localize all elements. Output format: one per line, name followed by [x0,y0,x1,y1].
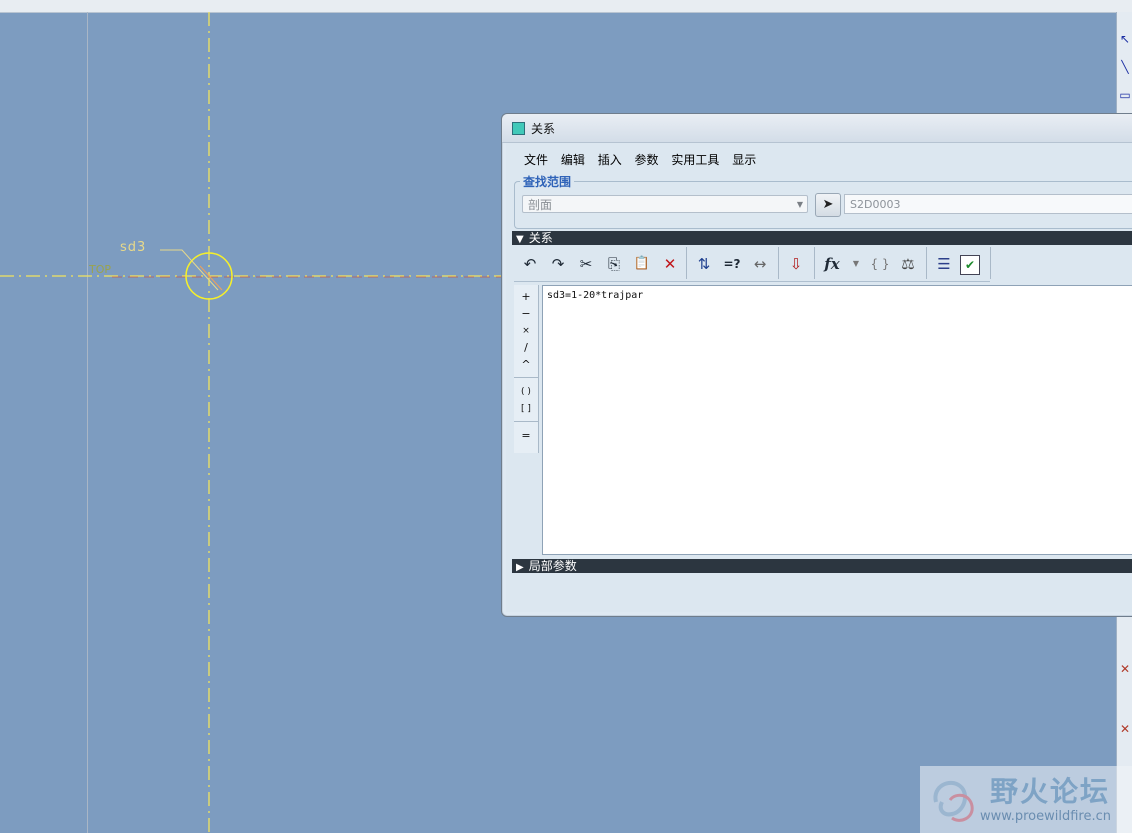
watermark-url: www.proewildfire.cn [980,809,1111,824]
op-plus-button[interactable]: + [514,289,538,305]
collapsed-triangle-icon: ▶ [516,562,524,573]
cursor-arrow-icon: ➤ [822,197,834,212]
dialog-titlebar[interactable]: 关系 [502,114,1132,143]
menu-bar: 文件 编辑 插入 参数 实用工具 显示 [524,151,765,169]
paste-icon[interactable]: 📋 [630,253,654,275]
menu-display[interactable]: 显示 [732,151,756,168]
op-divide-button[interactable]: / [514,340,538,356]
relations-section-label: 关系 [528,231,553,245]
relations-section-header[interactable]: ▼ 关系 [512,231,1132,245]
menu-parameters[interactable]: 参数 [635,151,659,168]
dimension-tool-group: ⇅ =? ↔ [686,247,779,279]
app-window-icon [512,122,525,135]
op-separator [514,421,538,422]
copy-icon[interactable]: ⎘ [602,253,626,275]
chevron-down-icon: ▼ [796,200,803,209]
relations-toolbar: ↶ ↷ ✂ ⎘ 📋 ✕ ⇅ =? ↔ ⇩ fx ▼ { } ⚖ ☰ ✔ [514,245,991,282]
sort-relations-icon[interactable]: ⇩ [784,253,808,275]
dialog-client: 文件 编辑 插入 参数 实用工具 显示 查找范围 剖面 ▼ ➤ S2D0003 … [506,143,1132,612]
select-arrow-icon[interactable]: ↖ [1119,32,1131,46]
menu-file[interactable]: 文件 [524,151,548,168]
relations-editor[interactable]: sd3=1-20*trajpar [542,285,1132,555]
watermark-title: 野火论坛 [990,775,1111,808]
relations-dialog: 关系 文件 编辑 插入 参数 实用工具 显示 查找范围 剖面 ▼ ➤ S2D00… [501,113,1132,617]
menu-utilities[interactable]: 实用工具 [671,151,719,168]
lookup-scope-legend: 查找范围 [520,173,575,190]
section-name-field[interactable]: S2D0003 [844,194,1132,214]
show-dimension-icon[interactable]: ↔ [748,253,772,275]
list-icon[interactable]: ☰ [932,253,956,275]
dialog-title: 关系 [531,122,556,136]
op-brackets-button[interactable]: [ ] [514,401,538,417]
line-icon[interactable]: ╲ [1119,60,1131,74]
operator-column: + − × / ^ ( ) [ ] = [514,285,539,453]
units-icon[interactable]: ⚖ [896,253,920,275]
local-parameters-section-header[interactable]: ▶ 局部参数 [512,559,1132,573]
coordinate-system-icon[interactable]: ✕ [1119,722,1131,736]
chevron-down-icon[interactable]: ▼ [844,253,868,275]
dimension-label[interactable]: sd3 [120,240,146,255]
menu-edit[interactable]: 编辑 [561,151,585,168]
function-icon[interactable]: fx [820,253,844,275]
switch-dimensions-icon[interactable]: ⇅ [692,253,716,275]
undo-icon[interactable]: ↶ [518,253,542,275]
local-parameters-label: 局部参数 [528,559,577,573]
op-parentheses-button[interactable]: ( ) [514,384,538,400]
scope-type-value: 剖面 [528,198,553,212]
op-multiply-button[interactable]: × [514,323,538,339]
delete-icon[interactable]: ✕ [658,253,682,275]
point-icon[interactable]: ✕ [1119,662,1131,676]
op-minus-button[interactable]: − [514,306,538,322]
verify-icon[interactable]: ✔ [960,255,980,275]
rectangle-icon[interactable]: ▭ [1119,88,1131,102]
insert-parameter-icon[interactable]: { } [868,253,892,275]
sort-tool-group: ⇩ [778,247,815,279]
wildfire-logo-icon [933,780,974,822]
scope-type-select[interactable]: 剖面 ▼ [522,195,808,213]
op-equals-button[interactable]: = [514,428,538,444]
verify-tool-group: ☰ ✔ [926,247,991,279]
forum-watermark: 野火论坛 www.proewildfire.cn [920,766,1132,833]
pick-section-button[interactable]: ➤ [815,193,841,217]
op-separator [514,377,538,378]
insert-tool-group: fx ▼ { } ⚖ [814,247,927,279]
dimension-arrow [199,265,223,291]
relation-line: sd3=1-20*trajpar [547,290,644,301]
edit-tool-group: ↶ ↷ ✂ ⎘ 📋 ✕ [514,247,687,279]
menu-insert[interactable]: 插入 [598,151,622,168]
plane-label: TOP [89,263,112,276]
cut-icon[interactable]: ✂ [574,253,598,275]
evaluate-icon[interactable]: =? [720,253,744,275]
op-power-button[interactable]: ^ [514,357,538,373]
redo-icon[interactable]: ↷ [546,253,570,275]
